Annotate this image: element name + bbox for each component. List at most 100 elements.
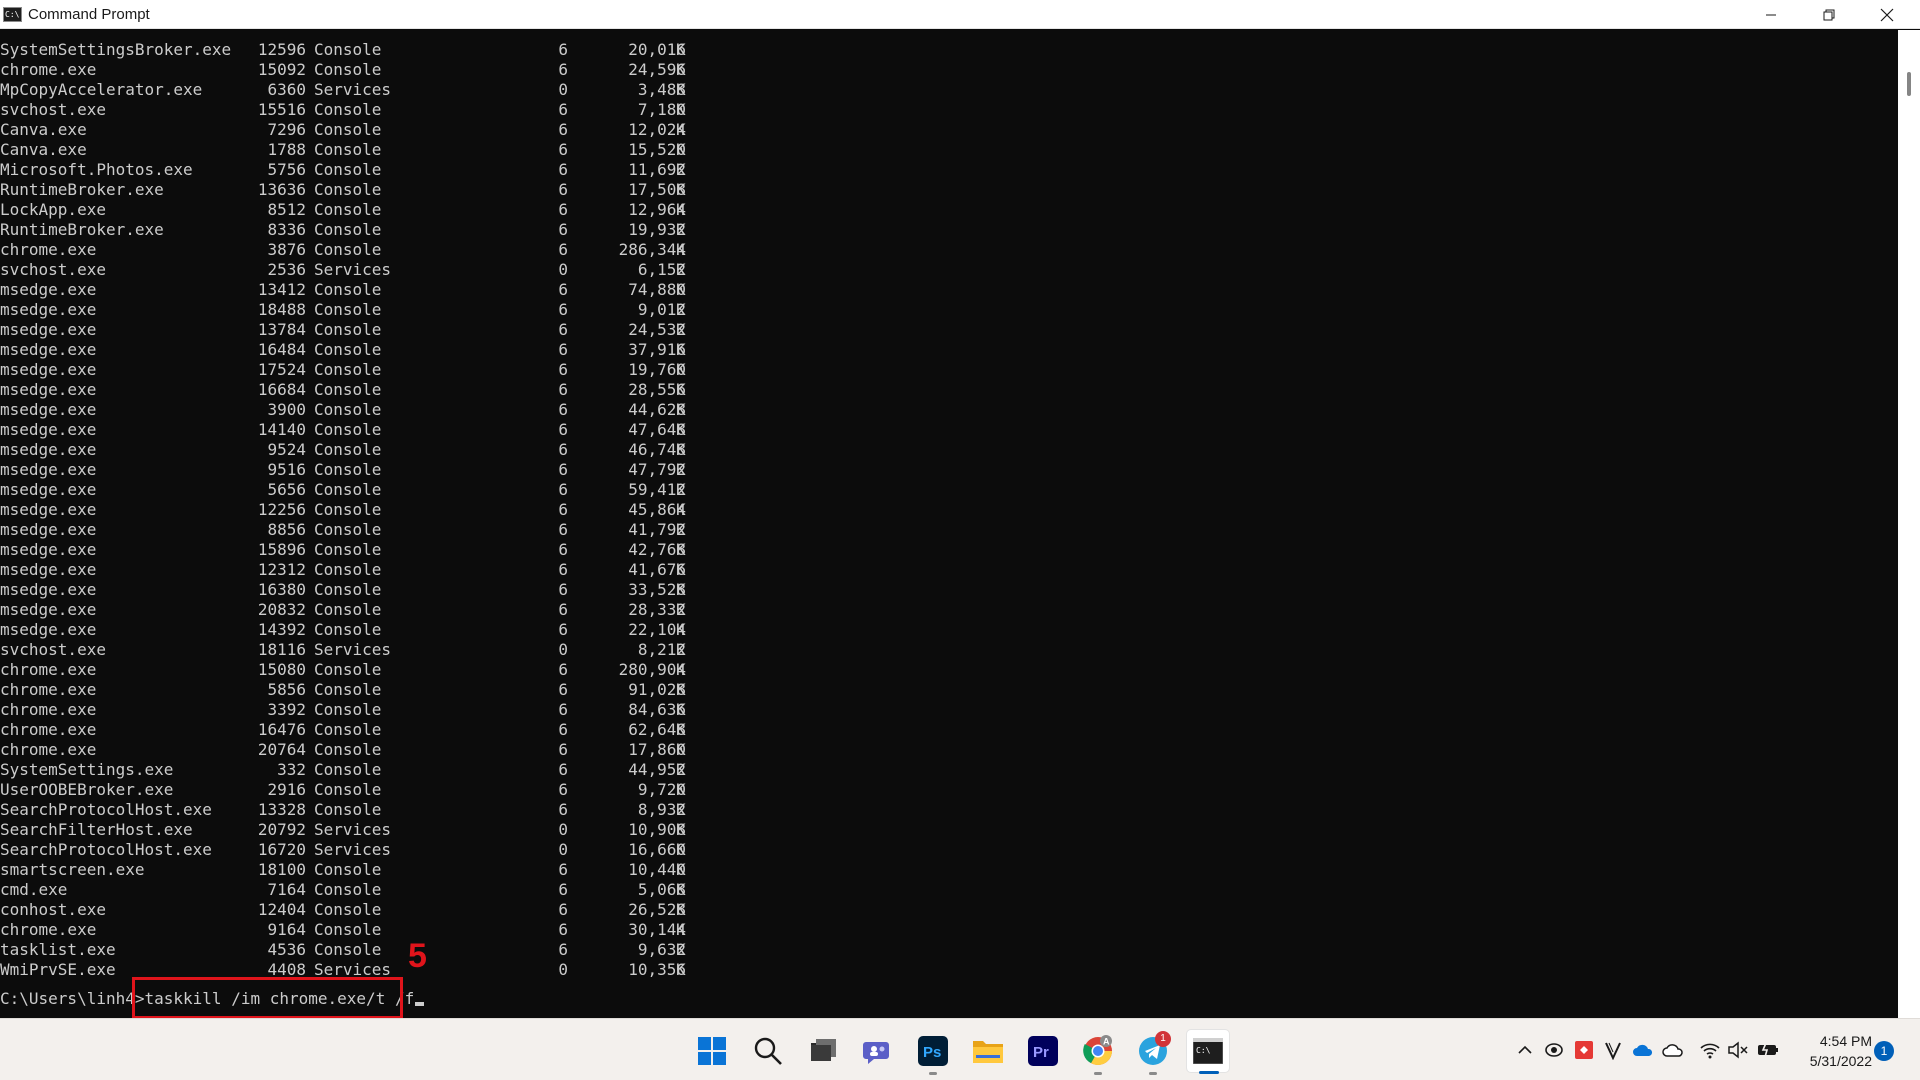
process-name: msedge.exe bbox=[0, 520, 97, 539]
start-button[interactable] bbox=[690, 1029, 734, 1073]
onedrive-icon-blue[interactable] bbox=[1632, 1039, 1654, 1061]
process-pid: 2916 bbox=[267, 780, 306, 799]
tray-app-icon-2[interactable] bbox=[1573, 1039, 1595, 1061]
memory-usage: 59,412 bbox=[628, 480, 686, 499]
process-pid: 8856 bbox=[267, 520, 306, 539]
session-number: 6 bbox=[558, 280, 568, 299]
session-number: 6 bbox=[558, 240, 568, 259]
process-name: SystemSettings.exe bbox=[0, 760, 174, 779]
running-indicator bbox=[929, 1072, 937, 1075]
process-pid: 16720 bbox=[257, 840, 306, 859]
memory-usage: 28,556 bbox=[628, 380, 686, 399]
title-bar: C:\ Command Prompt bbox=[0, 0, 1920, 29]
process-pid: 20792 bbox=[257, 820, 306, 839]
memory-unit: K bbox=[676, 220, 686, 239]
step-number-label: 5 bbox=[408, 937, 427, 975]
onedrive-icon-gray[interactable] bbox=[1662, 1039, 1684, 1061]
scroll-thumb[interactable] bbox=[1907, 72, 1911, 96]
process-pid: 9516 bbox=[267, 460, 306, 479]
session-name: Console bbox=[314, 800, 382, 819]
session-name: Console bbox=[314, 360, 382, 379]
session-number: 6 bbox=[558, 880, 568, 899]
session-number: 6 bbox=[558, 100, 568, 119]
process-pid: 2536 bbox=[267, 260, 306, 279]
process-pid: 12404 bbox=[257, 900, 306, 919]
chrome-icon: A bbox=[1083, 1035, 1112, 1065]
memory-unit: K bbox=[676, 880, 686, 899]
memory-unit: K bbox=[676, 540, 686, 559]
memory-usage: 44,628 bbox=[628, 400, 686, 419]
memory-unit: K bbox=[676, 800, 686, 819]
process-pid: 13636 bbox=[257, 180, 306, 199]
file-explorer-app[interactable] bbox=[966, 1029, 1010, 1073]
process-pid: 18100 bbox=[257, 860, 306, 879]
memory-usage: 41,792 bbox=[628, 520, 686, 539]
process-pid: 20764 bbox=[257, 740, 306, 759]
minimize-button[interactable] bbox=[1742, 0, 1800, 29]
memory-usage: 91,028 bbox=[628, 680, 686, 699]
session-name: Services bbox=[314, 640, 392, 659]
tray-app-icon-3[interactable] bbox=[1602, 1039, 1624, 1061]
memory-unit: K bbox=[676, 720, 686, 739]
system-clock[interactable]: 4:54 PM 5/31/2022 bbox=[1790, 1031, 1872, 1071]
memory-unit: K bbox=[676, 340, 686, 359]
process-pid: 8336 bbox=[267, 220, 306, 239]
process-name: chrome.exe bbox=[0, 700, 97, 719]
session-number: 6 bbox=[558, 360, 568, 379]
folder-icon bbox=[973, 1041, 1003, 1063]
session-number: 6 bbox=[558, 420, 568, 439]
memory-unit: K bbox=[676, 480, 686, 499]
session-number: 6 bbox=[558, 500, 568, 519]
vertical-scrollbar[interactable] bbox=[1898, 30, 1920, 1018]
process-pid: 5856 bbox=[267, 680, 306, 699]
memory-usage: 12,024 bbox=[628, 120, 686, 139]
memory-unit: K bbox=[676, 60, 686, 79]
teams-chat-button[interactable] bbox=[856, 1029, 900, 1073]
memory-usage: 19,760 bbox=[628, 360, 686, 379]
command-prompt-app[interactable]: C:\ bbox=[1186, 1029, 1230, 1074]
session-number: 6 bbox=[558, 740, 568, 759]
session-number: 6 bbox=[558, 760, 568, 779]
memory-unit: K bbox=[676, 780, 686, 799]
tray-app-icon-1[interactable] bbox=[1543, 1039, 1565, 1061]
notification-count-badge[interactable]: 1 bbox=[1874, 1041, 1894, 1061]
restore-button[interactable] bbox=[1800, 0, 1858, 29]
process-name: msedge.exe bbox=[0, 460, 97, 479]
session-number: 6 bbox=[558, 780, 568, 799]
restore-icon bbox=[1823, 9, 1835, 20]
close-button[interactable] bbox=[1858, 0, 1916, 29]
show-hidden-icons-button[interactable] bbox=[1514, 1039, 1536, 1061]
session-name: Console bbox=[314, 540, 382, 559]
process-pid: 7296 bbox=[267, 120, 306, 139]
search-button[interactable] bbox=[746, 1029, 790, 1073]
process-name: chrome.exe bbox=[0, 60, 97, 79]
memory-usage: 26,528 bbox=[628, 900, 686, 919]
memory-usage: 9,012 bbox=[637, 300, 686, 319]
session-number: 6 bbox=[558, 720, 568, 739]
process-pid: 20832 bbox=[257, 600, 306, 619]
memory-usage: 20,016 bbox=[628, 40, 686, 59]
chrome-app[interactable]: A bbox=[1076, 1029, 1120, 1075]
memory-unit: K bbox=[676, 200, 686, 219]
memory-unit: K bbox=[676, 40, 686, 59]
telegram-app[interactable]: 1 bbox=[1131, 1029, 1175, 1075]
memory-unit: K bbox=[676, 80, 686, 99]
process-pid: 5656 bbox=[267, 480, 306, 499]
battery-button[interactable] bbox=[1756, 1039, 1778, 1061]
process-name: SystemSettingsBroker.exe bbox=[0, 40, 232, 59]
process-name: SearchFilterHost.exe bbox=[0, 820, 193, 839]
memory-unit: K bbox=[676, 460, 686, 479]
photoshop-app[interactable]: Ps bbox=[911, 1029, 955, 1075]
v-logo-icon bbox=[1605, 1042, 1621, 1060]
memory-unit: K bbox=[676, 640, 686, 659]
process-pid: 3900 bbox=[267, 400, 306, 419]
volume-button[interactable] bbox=[1727, 1039, 1749, 1061]
task-view-button[interactable] bbox=[801, 1029, 845, 1073]
process-pid: 4536 bbox=[267, 940, 306, 959]
session-number: 6 bbox=[558, 320, 568, 339]
session-number: 6 bbox=[558, 660, 568, 679]
console-output[interactable]: SystemSettingsBroker.exe 12596 Console 6 20,… bbox=[0, 30, 1898, 1018]
wifi-button[interactable] bbox=[1699, 1039, 1721, 1061]
premiere-app[interactable]: Pr bbox=[1021, 1029, 1065, 1073]
process-name: svchost.exe bbox=[0, 260, 106, 279]
